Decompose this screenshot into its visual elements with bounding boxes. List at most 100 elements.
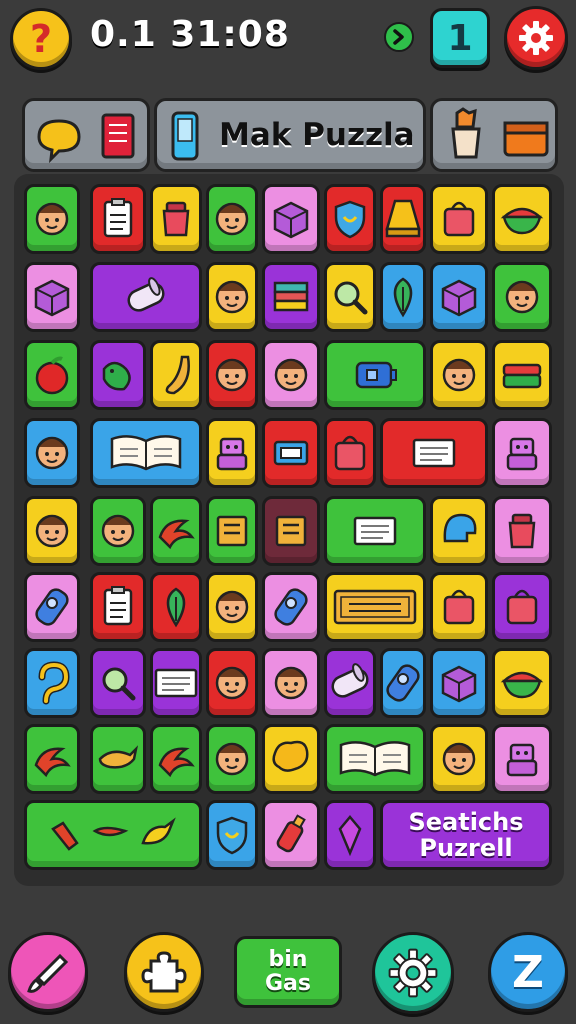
puzzle-tile[interactable] [430, 496, 488, 566]
header-right-panel[interactable] [430, 98, 558, 172]
puzzle-tile[interactable] [324, 496, 426, 566]
puzzle-tile[interactable] [380, 648, 426, 718]
puzzle-tile[interactable] [324, 418, 376, 488]
box-icon [503, 121, 549, 157]
puzzle-tile[interactable] [90, 496, 146, 566]
paintbrush-button[interactable] [8, 932, 88, 1012]
bag-icon [443, 201, 475, 237]
puzzle-tile[interactable] [324, 724, 426, 794]
puzzle-piece-icon [141, 951, 187, 993]
top-bar: ? 0.1 31:08 1 [0, 0, 576, 80]
puzzle-tile[interactable] [206, 496, 258, 566]
puzzle-tile[interactable] [206, 648, 258, 718]
puzzle-tile[interactable] [24, 262, 80, 332]
puzzle-tile[interactable] [24, 184, 80, 254]
puzzle-tile[interactable] [90, 648, 146, 718]
puzzle-tile[interactable] [430, 262, 488, 332]
puzzle-tile[interactable] [430, 724, 488, 794]
puzzle-tile[interactable] [492, 418, 552, 488]
puzzle-tile[interactable] [492, 184, 552, 254]
puzzle-tile[interactable] [206, 572, 258, 642]
help-button[interactable]: ? [10, 8, 72, 70]
puzzle-tile[interactable] [24, 340, 80, 410]
header-left-panel[interactable] [22, 98, 150, 172]
hand-icon [98, 745, 139, 769]
puzzle-tile[interactable] [430, 572, 488, 642]
puzzle-tile[interactable] [430, 648, 488, 718]
puzzle-tile[interactable] [262, 724, 320, 794]
puzzle-tile[interactable] [90, 724, 146, 794]
puzzle-title: Mak Puzzla [219, 117, 415, 153]
puzzle-tile[interactable] [150, 724, 202, 794]
puzzle-tile[interactable] [262, 262, 320, 332]
sign-icon [275, 515, 307, 547]
face-icon [215, 742, 249, 776]
puzzle-tile[interactable] [492, 340, 552, 410]
gear-button[interactable] [372, 932, 454, 1014]
face-icon [505, 280, 539, 314]
puzzle-tile[interactable] [150, 340, 202, 410]
puzzle-tile[interactable] [90, 262, 202, 332]
puzzle-tile[interactable] [262, 340, 320, 410]
puzzle-tile[interactable] [324, 262, 376, 332]
bin-gas-button[interactable]: bin Gas [234, 936, 342, 1008]
puzzle-tile[interactable] [206, 262, 258, 332]
puzzle-tile[interactable] [206, 184, 258, 254]
puzzle-tile[interactable] [24, 724, 80, 794]
puzzle-tile[interactable] [90, 184, 146, 254]
puzzle-tile[interactable] [24, 800, 202, 870]
leaf-icon [166, 587, 186, 628]
puzzle-tile[interactable] [24, 572, 80, 642]
puzzle-tile[interactable] [324, 648, 376, 718]
cake-icon [502, 363, 542, 389]
puzzle-tile[interactable] [380, 418, 488, 488]
puzzle-tile[interactable] [90, 340, 146, 410]
puzzle-tile[interactable] [324, 800, 376, 870]
box-icon [441, 665, 477, 703]
puzzle-tile[interactable] [492, 496, 552, 566]
books-icon [273, 281, 309, 312]
z-button[interactable]: Z [488, 932, 568, 1012]
puzzle-tile[interactable] [206, 418, 258, 488]
puzzle-tile[interactable] [492, 262, 552, 332]
puzzle-tile[interactable] [150, 572, 202, 642]
settings-button[interactable] [504, 6, 568, 70]
puzzle-tile[interactable] [24, 648, 80, 718]
puzzle-tile[interactable] [24, 496, 80, 566]
puzzle-tile[interactable] [380, 184, 426, 254]
puzzle-tile[interactable] [324, 340, 426, 410]
puzzle-tile[interactable] [262, 648, 320, 718]
puzzle-tile[interactable] [430, 340, 488, 410]
robot-icon [506, 437, 538, 471]
puzzle-tile[interactable] [24, 418, 80, 488]
puzzle-piece-button[interactable] [124, 932, 204, 1012]
face-icon [35, 436, 69, 470]
search-puzzle-tile[interactable]: Seatichs Puzrell [380, 800, 552, 870]
book-icon [110, 435, 182, 471]
puzzle-tile[interactable] [262, 800, 320, 870]
notebook-icon [101, 113, 135, 159]
puzzle-tile[interactable] [492, 572, 552, 642]
puzzle-tile[interactable] [430, 184, 488, 254]
puzzle-tile[interactable] [206, 724, 258, 794]
puzzle-tile[interactable] [380, 262, 426, 332]
question-icon: ? [29, 17, 53, 61]
puzzle-tile[interactable] [324, 572, 426, 642]
puzzle-tile[interactable] [90, 418, 202, 488]
puzzle-tile[interactable] [150, 648, 202, 718]
puzzle-tile[interactable] [324, 184, 376, 254]
puzzle-tile[interactable] [150, 496, 202, 566]
puzzle-tile[interactable] [150, 184, 202, 254]
puzzle-tile[interactable] [262, 418, 320, 488]
puzzle-tile[interactable] [90, 572, 146, 642]
box-icon [34, 279, 70, 317]
face-icon [215, 666, 249, 700]
puzzle-tile[interactable] [206, 340, 258, 410]
puzzle-tile[interactable] [262, 572, 320, 642]
puzzle-tile[interactable] [492, 724, 552, 794]
puzzle-tile[interactable] [262, 184, 320, 254]
puzzle-tile[interactable] [492, 648, 552, 718]
arrow-right-icon[interactable] [384, 22, 414, 52]
puzzle-tile[interactable] [206, 800, 258, 870]
puzzle-tile[interactable] [262, 496, 320, 566]
